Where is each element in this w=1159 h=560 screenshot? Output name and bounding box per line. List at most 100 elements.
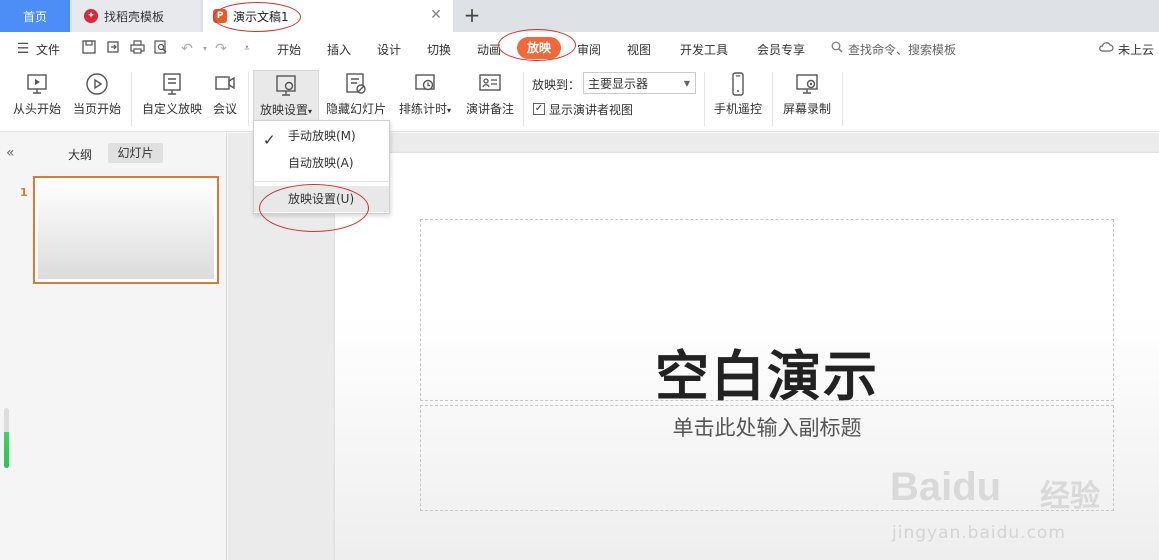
ribbon-separator <box>842 72 843 126</box>
tab-template[interactable]: ✦ 找稻壳模板 <box>72 0 200 32</box>
presentation-file-icon: P <box>213 9 227 23</box>
slide-number: 1 <box>20 186 28 199</box>
speaker-notes-button[interactable]: 演讲备注 <box>464 70 516 126</box>
show-setup-label: 放映设置 <box>259 103 308 117</box>
ribbon-separator <box>131 72 132 126</box>
show-setup-option-label: 放映设置(U) <box>288 192 355 206</box>
ribbon-separator <box>772 72 773 126</box>
play-to-label: 放映到： <box>532 78 581 92</box>
collapse-panel-icon[interactable]: « <box>6 145 15 161</box>
screen-record-label: 屏幕录制 <box>782 102 831 116</box>
menu-insert[interactable]: 插入 <box>327 41 351 58</box>
tab-document[interactable]: P 演示文稿1 ✕ <box>203 0 453 32</box>
dropdown-item-setup[interactable]: 放映设置(U) <box>254 186 389 212</box>
tab-bar: 首页 ✦ 找稻壳模板 P 演示文稿1 ✕ + <box>0 0 1159 32</box>
speaker-notes-icon <box>479 74 501 91</box>
play-circle-icon <box>86 73 108 95</box>
baidu-watermark: Baidu 经验 jingyan.baidu.com <box>890 465 1150 550</box>
play-from-start-icon <box>27 74 47 94</box>
add-tab-icon[interactable]: + <box>460 4 484 28</box>
tab-home-label: 首页 <box>22 9 47 24</box>
menu-view[interactable]: 视图 <box>627 41 651 58</box>
search-input[interactable]: 查找命令、搜索模板 <box>848 41 956 58</box>
slide-subtitle: 单击此处输入副标题 <box>672 416 862 440</box>
timer-icon <box>415 74 435 91</box>
dropdown-item-auto[interactable]: 自动放映(A) <box>254 150 389 176</box>
hide-slide-label: 隐藏幻灯片 <box>325 102 386 116</box>
chevron-down-icon: ▾ <box>447 106 452 115</box>
ribbon-separator <box>248 72 249 126</box>
manual-show-label: 手动放映(M) <box>288 129 356 143</box>
menu-developer[interactable]: 开发工具 <box>680 41 728 58</box>
auto-show-label: 自动放映(A) <box>288 156 354 170</box>
menu-review[interactable]: 审阅 <box>577 41 601 58</box>
slide-thumbnail[interactable] <box>33 176 219 284</box>
tab-document-label: 演示文稿1 <box>233 9 289 24</box>
phone-icon <box>732 72 744 96</box>
show-setup-button[interactable]: 放映设置▾ <box>253 70 319 126</box>
custom-show-button[interactable]: 自定义放映 <box>140 70 204 126</box>
phone-remote-button[interactable]: 手机遥控 <box>710 70 766 126</box>
hide-slide-button[interactable]: 隐藏幻灯片 <box>325 70 387 126</box>
menu-transition[interactable]: 切换 <box>427 41 451 58</box>
hamburger-menu-icon[interactable]: ☰ <box>14 40 32 58</box>
custom-show-icon <box>163 73 181 95</box>
speaker-notes-label: 演讲备注 <box>465 102 514 116</box>
watermark-text: 经验 <box>1040 479 1100 514</box>
dropdown-divider <box>255 181 388 182</box>
from-current-button[interactable]: 当页开始 <box>70 70 124 126</box>
tab-slides[interactable]: 幻灯片 <box>108 143 163 163</box>
slide-panel: « 大纲 幻灯片 1 <box>0 133 227 560</box>
slide-title: 空白演示 <box>655 345 879 408</box>
screen-record-icon <box>796 74 818 94</box>
close-icon[interactable]: ✕ <box>429 8 443 22</box>
custom-show-label: 自定义放映 <box>141 102 202 116</box>
menu-file[interactable]: 文件 <box>36 41 60 58</box>
menu-design[interactable]: 设计 <box>377 41 401 58</box>
print-preview-icon[interactable] <box>152 40 170 58</box>
dropdown-item-manual[interactable]: ✓ 手动放映(M) <box>254 123 389 149</box>
customize-quick-access-icon[interactable]: ⩡ <box>238 40 256 58</box>
title-placeholder[interactable]: 空白演示 <box>420 219 1114 408</box>
rehearse-timing-label: 排练计时 <box>398 102 447 116</box>
export-icon[interactable] <box>104 40 122 58</box>
menu-slideshow[interactable]: 放映 <box>517 37 561 59</box>
menu-home[interactable]: 开始 <box>277 41 301 58</box>
tab-outline[interactable]: 大纲 <box>68 146 92 163</box>
rehearse-timing-button[interactable]: 排练计时▾ <box>395 70 455 126</box>
phone-remote-label: 手机遥控 <box>713 102 762 116</box>
ribbon-separator <box>704 72 705 126</box>
screen-record-button[interactable]: 屏幕录制 <box>778 70 836 126</box>
print-icon[interactable] <box>128 40 146 58</box>
save-icon[interactable] <box>80 40 98 58</box>
menu-member[interactable]: 会员专享 <box>757 41 805 58</box>
menu-animation[interactable]: 动画 <box>477 41 501 58</box>
from-start-button[interactable]: 从头开始 <box>10 70 64 126</box>
watermark-url: jingyan.baidu.com <box>892 523 1066 543</box>
hide-slide-icon <box>346 73 366 94</box>
docer-logo-icon: ✦ <box>84 9 98 23</box>
settings-screen-icon <box>276 75 296 96</box>
tab-home[interactable]: 首页 <box>0 0 70 32</box>
cloud-status[interactable]: 未上云 <box>1118 41 1154 58</box>
watermark-logo: Baidu <box>890 465 1002 509</box>
cloud-icon <box>1098 40 1114 58</box>
presenter-view-checkbox[interactable]: ✓ <box>533 103 545 115</box>
chevron-down-icon: ▾ <box>308 107 313 116</box>
tab-template-label: 找稻壳模板 <box>104 9 165 24</box>
undo-icon[interactable]: ↶ <box>178 40 196 58</box>
menu-bar: ☰ 文件 ↶ ▾ ↷ ⩡ 开始 插入 设计 切换 动画 放映 审阅 视图 开发工… <box>0 32 1159 66</box>
video-camera-icon <box>215 76 235 90</box>
search-icon <box>830 40 844 58</box>
redo-icon[interactable]: ↷ <box>212 40 230 58</box>
play-to-select[interactable]: 主要显示器 ▼ <box>583 72 696 94</box>
from-start-label: 从头开始 <box>12 102 61 116</box>
ribbon-separator <box>523 72 524 126</box>
meeting-button[interactable]: 会议 <box>208 70 242 126</box>
scrollbar[interactable] <box>4 408 9 468</box>
from-current-label: 当页开始 <box>72 102 121 116</box>
ribbon-toolbar: 从头开始 当页开始 自定义放映 会议 放映设置▾ 隐藏幻灯片 排练计时▾ 演讲备… <box>0 66 1159 132</box>
meeting-label: 会议 <box>212 102 237 116</box>
show-setup-dropdown: ✓ 手动放映(M) 自动放映(A) 放映设置(U) <box>253 120 390 214</box>
presenter-view-label: 显示演讲者视图 <box>549 103 634 117</box>
